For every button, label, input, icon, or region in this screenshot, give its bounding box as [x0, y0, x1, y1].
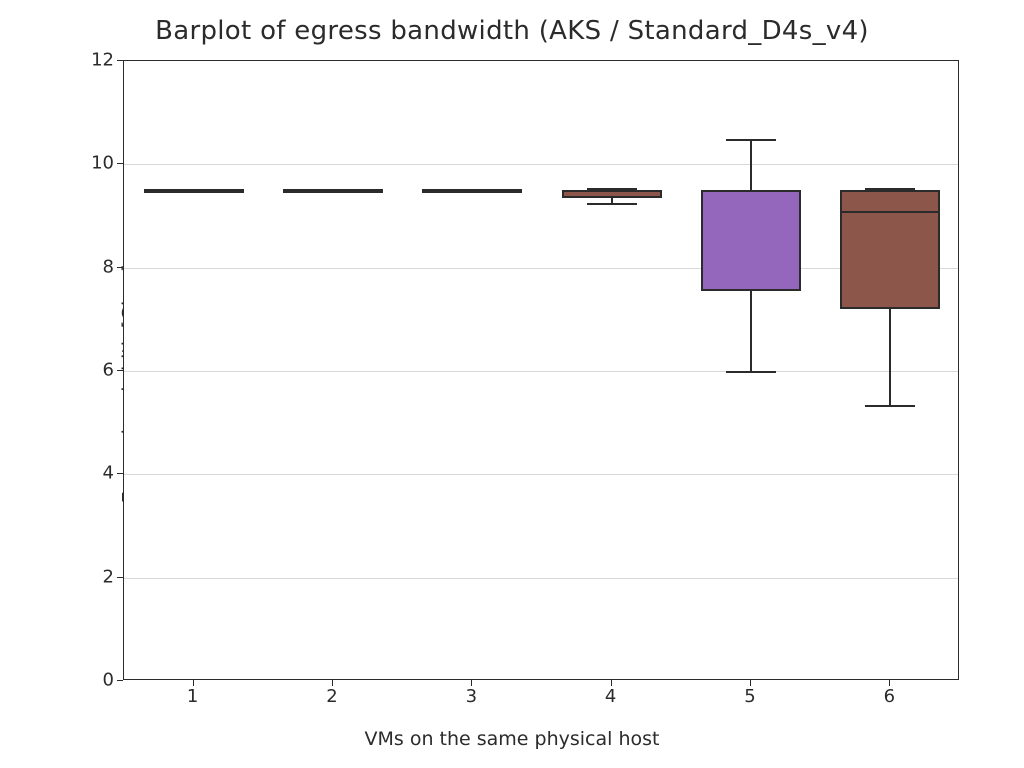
y-tick-mark: [117, 473, 123, 474]
box-cap-lower: [587, 203, 637, 205]
y-tick-label: 12: [54, 50, 114, 71]
y-gridline: [124, 474, 958, 475]
y-tick-mark: [117, 163, 123, 164]
x-axis-label: VMs on the same physical host: [0, 728, 1024, 750]
box-median: [562, 190, 662, 192]
y-tick-mark: [117, 680, 123, 681]
y-tick-label: 2: [54, 566, 114, 587]
box-whisker-lower: [889, 309, 891, 405]
x-tick-mark: [471, 680, 472, 686]
y-gridline: [124, 371, 958, 372]
box-median: [283, 190, 383, 192]
x-tick-mark: [193, 680, 194, 686]
y-gridline: [124, 268, 958, 269]
y-tick-mark: [117, 267, 123, 268]
x-tick-mark: [611, 680, 612, 686]
box-cap-lower: [726, 371, 776, 373]
x-tick-label: 5: [730, 686, 770, 707]
plot-area: [123, 60, 959, 680]
box-median: [701, 190, 801, 192]
x-tick-label: 4: [591, 686, 631, 707]
y-gridline: [124, 164, 958, 165]
y-gridline: [124, 578, 958, 579]
x-tick-label: 6: [869, 686, 909, 707]
x-tick-label: 3: [451, 686, 491, 707]
x-tick-mark: [750, 680, 751, 686]
x-tick-label: 1: [173, 686, 213, 707]
box-iqr: [840, 190, 940, 309]
box-iqr: [701, 190, 801, 291]
box-cap-upper: [726, 139, 776, 141]
y-tick-label: 6: [54, 360, 114, 381]
y-tick-label: 0: [54, 670, 114, 691]
box-whisker-lower: [750, 291, 752, 371]
y-tick-mark: [117, 370, 123, 371]
y-tick-label: 4: [54, 463, 114, 484]
box-median: [840, 211, 940, 213]
x-tick-mark: [889, 680, 890, 686]
box-cap-lower: [865, 405, 915, 407]
chart-title: Barplot of egress bandwidth (AKS / Stand…: [0, 16, 1024, 46]
x-tick-mark: [332, 680, 333, 686]
y-tick-mark: [117, 577, 123, 578]
box-whisker-upper: [750, 139, 752, 191]
y-tick-mark: [117, 60, 123, 61]
y-tick-label: 8: [54, 256, 114, 277]
box-median: [144, 190, 244, 192]
x-tick-label: 2: [312, 686, 352, 707]
box-median: [422, 190, 522, 192]
chart-figure: Barplot of egress bandwidth (AKS / Stand…: [0, 0, 1024, 768]
y-tick-label: 10: [54, 153, 114, 174]
